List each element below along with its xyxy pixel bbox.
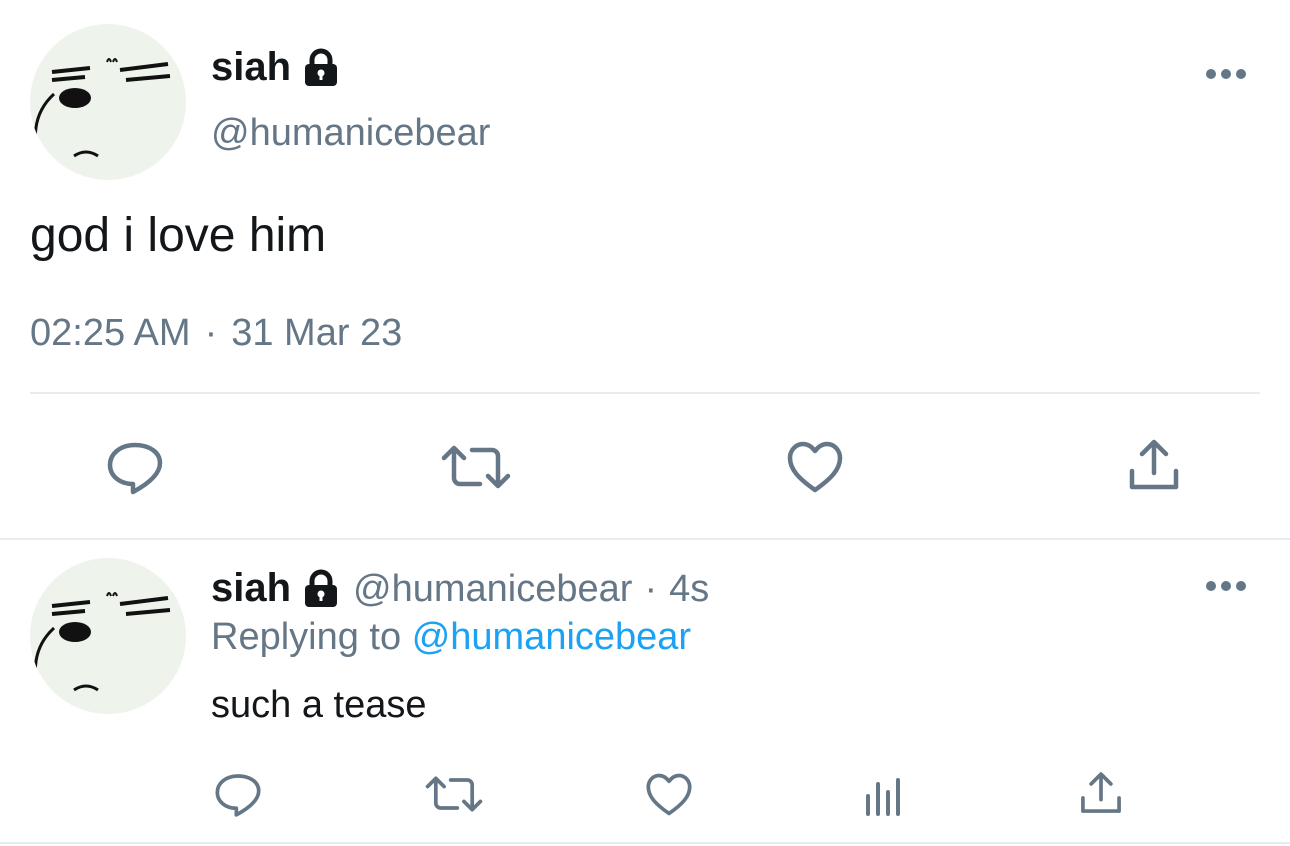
like-button[interactable] [645,772,693,817]
divider [30,392,1260,394]
avatar[interactable] [30,558,186,714]
retweet-button[interactable] [440,444,512,490]
analytics-icon [866,778,900,816]
reply-header: siah @humanicebear · 4s [211,566,709,611]
share-icon [1129,439,1179,490]
lock-icon [301,48,341,88]
replying-mention-link[interactable]: @humanicebear [412,616,691,658]
lock-icon [301,569,341,609]
analytics-button[interactable] [862,776,906,816]
more-icon[interactable] [1205,64,1247,89]
like-button[interactable] [786,440,844,494]
display-name-text[interactable]: siah [211,45,291,90]
reply-text: such a tease [211,684,427,726]
retweet-icon [441,445,511,489]
display-name[interactable]: siah [211,566,341,611]
display-name[interactable]: siah [211,45,341,90]
tweet-age[interactable]: 4s [669,568,709,611]
share-icon [1081,772,1121,813]
tweet-date[interactable]: 31 Mar 23 [231,312,402,355]
heart-icon [787,441,843,493]
avatar-bear-face [33,592,171,692]
meta-separator: · [644,568,658,610]
tweet-timestamp: 02:25 AM · 31 Mar 23 [30,312,402,355]
share-button[interactable] [1078,770,1124,816]
avatar-bear-face [33,58,171,158]
heart-icon [646,773,692,816]
more-icon[interactable] [1205,576,1247,601]
avatar[interactable] [30,24,186,180]
bottom-divider [0,842,1290,844]
share-button[interactable] [1126,437,1182,493]
handle[interactable]: @humanicebear [211,112,490,155]
reply-button[interactable] [214,772,262,818]
meta-separator: · [204,312,218,354]
reply-icon [107,442,163,495]
reply-icon [215,774,261,817]
replying-to: Replying to @humanicebear [211,616,691,659]
tweet-time[interactable]: 02:25 AM [30,312,191,355]
retweet-icon [425,776,483,812]
tweet-text: god i love him [30,209,327,262]
reply-button[interactable] [106,441,164,495]
thread-divider [0,538,1290,540]
handle[interactable]: @humanicebear [353,568,632,611]
display-name-text[interactable]: siah [211,566,291,611]
retweet-button[interactable] [424,775,484,813]
replying-prefix: Replying to [211,616,402,658]
